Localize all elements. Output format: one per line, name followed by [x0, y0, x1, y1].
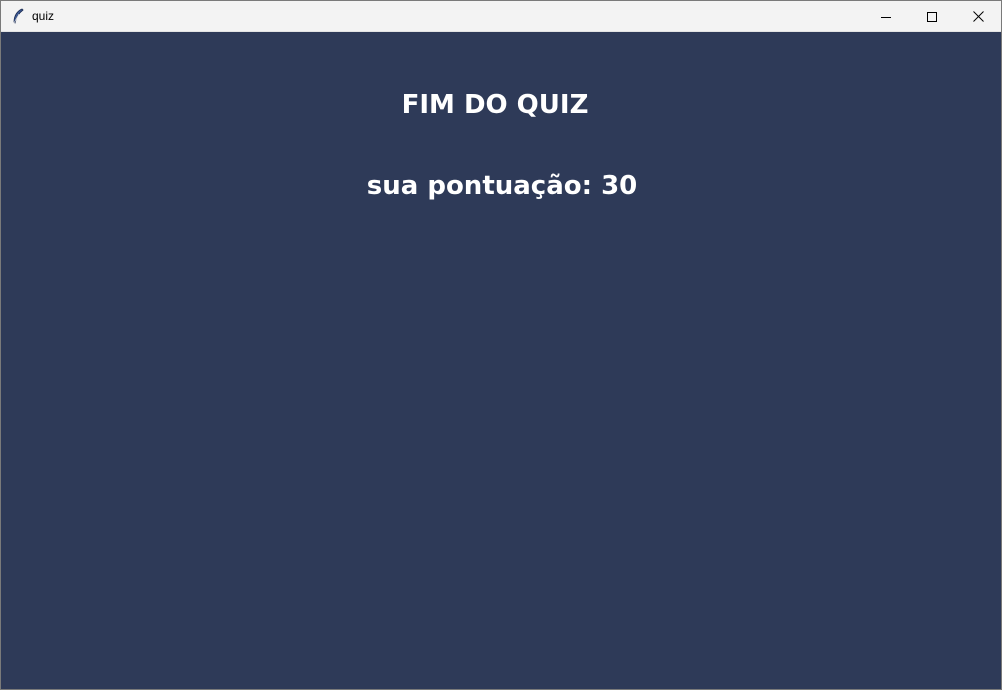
minimize-icon	[881, 7, 891, 26]
app-window: quiz FIM DO QUIZ sua pontuação: 30	[0, 0, 1002, 690]
maximize-icon	[927, 7, 937, 26]
close-button[interactable]	[955, 1, 1001, 31]
minimize-button[interactable]	[863, 1, 909, 31]
title-bar[interactable]: quiz	[1, 1, 1001, 32]
maximize-button[interactable]	[909, 1, 955, 31]
score-label: sua pontuação: 30	[366, 171, 638, 201]
quiz-end-heading: FIM DO QUIZ	[401, 90, 589, 120]
close-icon	[972, 7, 984, 26]
feather-icon	[11, 8, 25, 24]
window-title: quiz	[32, 9, 55, 23]
quiz-result-panel: FIM DO QUIZ sua pontuação: 30	[1, 32, 1001, 689]
